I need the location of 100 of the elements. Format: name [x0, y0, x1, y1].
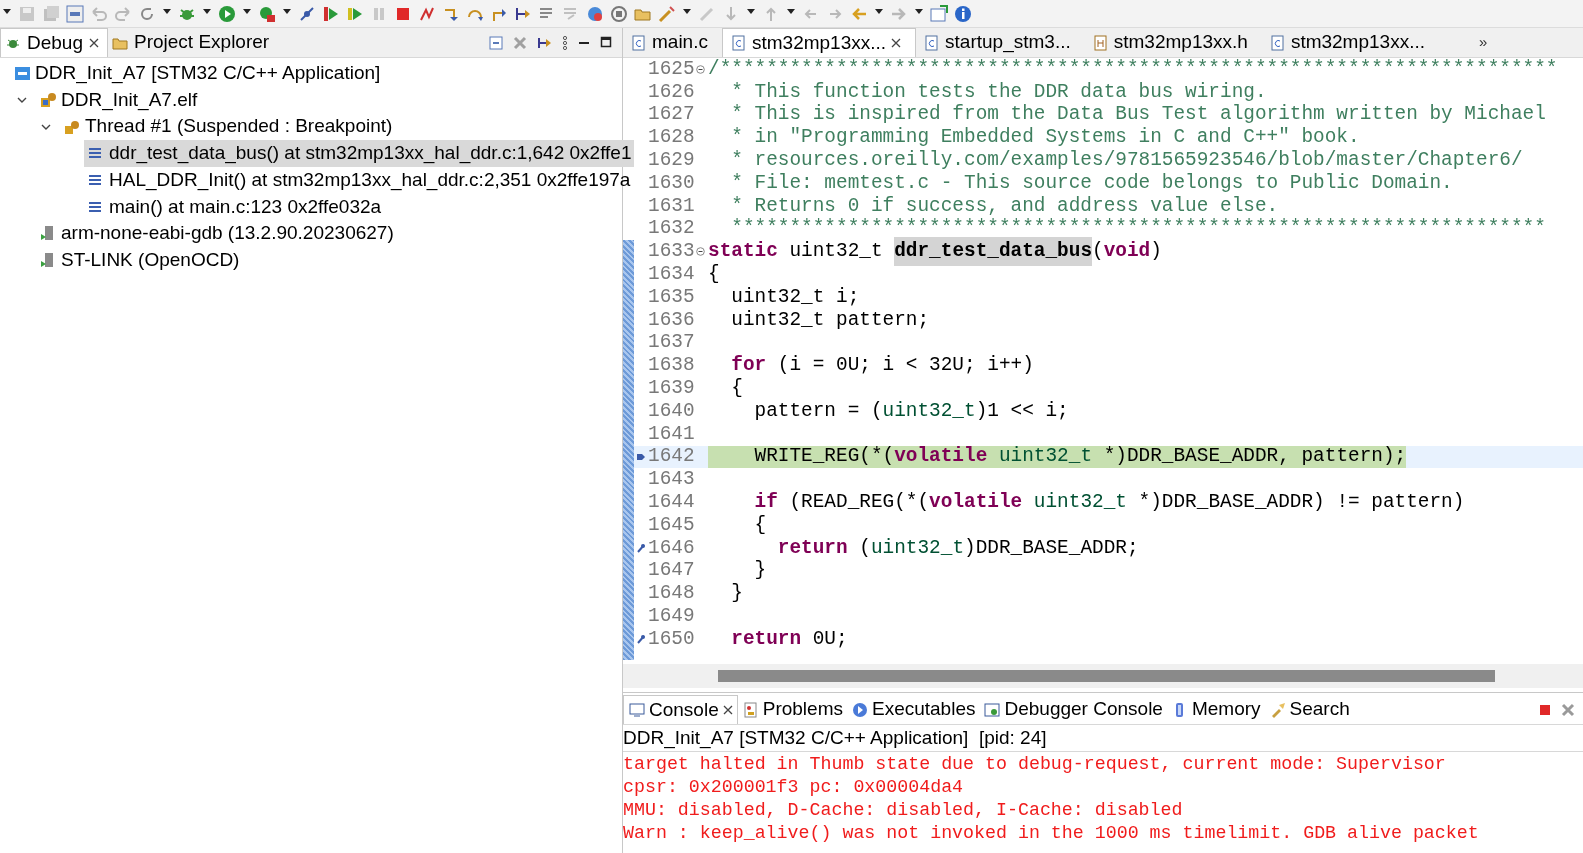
run-icon[interactable]	[218, 4, 236, 23]
horizontal-scrollbar[interactable]	[718, 670, 1495, 682]
line-number: 1638	[648, 353, 696, 379]
code-line: * This function tests the DDR data bus wiring.	[730, 80, 1267, 104]
console-line: cpsr: 0x200001f3 pc: 0x00004da4	[623, 776, 965, 799]
tab[interactable]: Search	[1264, 695, 1354, 724]
gdb-process-icon	[40, 252, 56, 269]
line-number: 1639	[648, 376, 696, 401]
code-line: **********************************************************************	[730, 217, 1546, 241]
console-icon	[629, 702, 645, 718]
fold-icon[interactable]	[696, 64, 705, 74]
line-number: 1650	[648, 626, 696, 652]
maximize-icon[interactable]	[600, 35, 612, 50]
open-perspective-icon[interactable]	[930, 4, 948, 23]
tab[interactable]: Debug	[0, 28, 108, 57]
link-marker-icon	[636, 633, 646, 646]
info-icon[interactable]	[954, 4, 972, 23]
fold-icon[interactable]	[696, 247, 705, 257]
line-number: 1628	[648, 125, 696, 151]
link-marker-icon	[636, 542, 646, 555]
console-line: Warn : keep_alive() was not invoked in the 1000 ms timelimit. GDB alive packet	[623, 822, 1480, 845]
code-line: /************************************************************************	[708, 58, 1558, 81]
skip-breakpoints-icon[interactable]	[298, 4, 316, 23]
code-line: {	[753, 513, 767, 537]
tab[interactable]: startup_stm3...	[916, 28, 1085, 57]
line-number: 1642	[648, 444, 696, 470]
code-line: {	[708, 263, 720, 286]
line-number: 1643	[648, 467, 696, 493]
header-file-icon	[1092, 34, 1109, 51]
step-mode-icon[interactable]	[537, 35, 552, 50]
terminate-icon[interactable]	[1539, 703, 1551, 716]
close-icon[interactable]	[89, 38, 99, 48]
line-number: 1636	[648, 307, 696, 333]
tree-item[interactable]: arm-none-eabi-gdb (13.2.90.20230627)	[36, 220, 396, 247]
code-line: {	[730, 377, 743, 400]
code-line: return (uint32_t)DDR_BASE_ADDR;	[776, 536, 1139, 560]
line-number: 1627	[648, 102, 696, 128]
code-line: }	[730, 582, 743, 606]
c-file-icon	[1269, 34, 1286, 51]
code-line: * in "Programming Embedded Systems in C and C++" book.	[730, 126, 1360, 150]
tree-item[interactable]: ddr_test_data_bus() at stm32mp13xx_hal_ddr.c:1,642 0x2ffe1	[84, 140, 634, 167]
tree-item[interactable]: ST-LINK (OpenOCD)	[36, 246, 242, 274]
tab[interactable]: stm32mp13xx...	[1261, 28, 1439, 57]
tab[interactable]: Memory	[1166, 695, 1265, 724]
globe-icon[interactable]	[586, 4, 604, 23]
collapse-all-icon[interactable]	[489, 35, 503, 50]
code-line: pattern = (uint32_t)1 << i;	[753, 399, 1069, 423]
close-icon[interactable]	[891, 38, 902, 48]
line-number: 1634	[648, 262, 696, 287]
close-icon[interactable]	[722, 705, 733, 715]
restart-icon[interactable]	[322, 4, 340, 23]
wand-icon[interactable]	[658, 4, 676, 23]
console-header: DDR_Init_A7 [STM32 C/C++ Application] [pid: 24]	[623, 725, 1583, 752]
thread-icon	[64, 118, 80, 135]
code-line: uint32_t i;	[730, 285, 860, 309]
tab[interactable]: stm32mp13xx.h	[1084, 28, 1262, 57]
line-number: 1645	[648, 512, 696, 538]
tree-item[interactable]: DDR_Init_A7 [STM32 C/C++ Application]	[10, 60, 383, 87]
c-file-icon	[924, 34, 941, 51]
tab[interactable]: Problems	[737, 695, 847, 724]
problems-icon	[742, 701, 759, 718]
c-file-icon	[631, 34, 647, 51]
remove-icon[interactable]	[1561, 702, 1575, 717]
line-number: 1631	[648, 193, 696, 219]
line-number: 1625	[648, 58, 696, 82]
more-tabs-button[interactable]: »	[1479, 31, 1488, 54]
line-number: 1644	[648, 490, 696, 515]
code-line: * This is inspired from the Data Bus Test algorithm written by Michael	[730, 103, 1546, 127]
line-number: 1641	[648, 421, 696, 447]
executables-icon	[851, 701, 868, 718]
binary-icon[interactable]	[66, 4, 84, 23]
line-number: 1633	[648, 239, 696, 265]
view-menu-icon[interactable]	[562, 35, 568, 50]
code-line: * Returns 0 if success, and address value else.	[730, 194, 1279, 218]
tree-item[interactable]: HAL_DDR_Init() at stm32mp13xx_hal_ddr.c:2,351 0x2ffe197a	[84, 166, 633, 194]
tree-item[interactable]: DDR_Init_A7.elf	[36, 86, 200, 114]
tab[interactable]: Project Explorer	[108, 28, 278, 57]
code-line: if (READ_REG(*(volatile uint32_t *)DDR_BASE_ADDR) != pattern)	[753, 491, 1465, 514]
application-icon	[14, 65, 30, 82]
debugger-console-icon	[984, 701, 1001, 718]
tab[interactable]: main.c	[623, 28, 722, 57]
code-line: * resources.oreilly.com/examples/9781565923546/blob/master/Chapter6/	[730, 149, 1523, 172]
tab[interactable]: Executables	[846, 695, 980, 724]
code-line: }	[753, 559, 767, 583]
line-number: 1646	[648, 535, 696, 561]
tab[interactable]: stm32mp13xx...	[721, 28, 917, 57]
code-line: return 0U;	[730, 627, 848, 651]
tree-item[interactable]: Thread #1 (Suspended : Breakpoint)	[60, 113, 395, 141]
tab[interactable]: Console	[623, 695, 738, 724]
tree-item[interactable]: main() at main.c:123 0x2ffe032a	[84, 193, 384, 221]
console-line: MMU: disabled, D-Cache: disabled, I-Cache: disabled	[623, 799, 1184, 822]
c-file-icon	[730, 35, 747, 51]
code-line: for (i = 0U; i < 32U; i++)	[730, 354, 1034, 378]
code-line: static uint32_t ddr_test_data_bus(void)	[708, 240, 1162, 264]
line-number: 1635	[648, 284, 696, 310]
line-number: 1632	[648, 216, 696, 242]
gdb-process-icon	[40, 225, 56, 242]
code-line: uint32_t pattern;	[730, 308, 930, 332]
run-tools-icon[interactable]	[258, 4, 276, 23]
tab[interactable]: Debugger Console	[979, 695, 1167, 724]
